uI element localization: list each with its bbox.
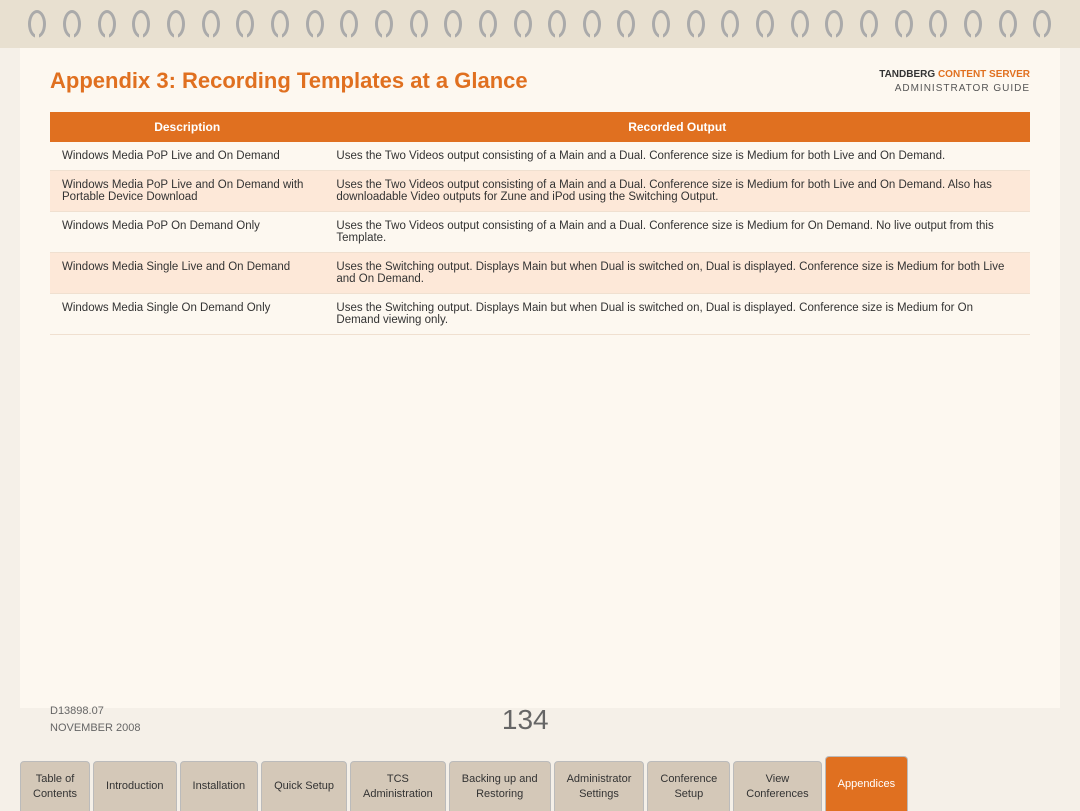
nav-tab-conference-setup[interactable]: Conference Setup — [647, 761, 730, 811]
nav-tab-backing-up[interactable]: Backing up and Restoring — [449, 761, 551, 811]
spiral-ring — [548, 10, 566, 38]
page-footer: D13898.07 NOVEMBER 2008 134 — [50, 703, 1030, 736]
nav-tab-introduction[interactable]: Introduction — [93, 761, 176, 811]
table-row: Windows Media Single Live and On DemandU… — [50, 253, 1030, 294]
table-cell-description: Windows Media PoP Live and On Demand wit… — [50, 171, 324, 212]
col-header-description: Description — [50, 112, 324, 142]
page-header: Appendix 3: Recording Templates at a Gla… — [50, 68, 1030, 96]
spiral-ring — [479, 10, 497, 38]
table-cell-output: Uses the Two Videos output consisting of… — [324, 171, 1030, 212]
table-row: Windows Media PoP Live and On Demand wit… — [50, 171, 1030, 212]
spiral-ring — [28, 10, 46, 38]
spiral-ring — [63, 10, 81, 38]
table-cell-output: Uses the Switching output. Displays Main… — [324, 294, 1030, 335]
spiral-ring — [929, 10, 947, 38]
page-number: 134 — [502, 704, 549, 736]
spiral-ring — [964, 10, 982, 38]
doc-date: NOVEMBER 2008 — [50, 720, 140, 737]
nav-tab-appendices[interactable]: Appendices — [825, 756, 909, 811]
nav-tab-table-of-contents[interactable]: Table of Contents — [20, 761, 90, 811]
spiral-ring — [687, 10, 705, 38]
nav-tab-installation[interactable]: Installation — [180, 761, 259, 811]
spiral-ring — [999, 10, 1017, 38]
spiral-binding — [0, 0, 1080, 48]
page-title: Appendix 3: Recording Templates at a Gla… — [50, 68, 528, 94]
table-cell-output: Uses the Switching output. Displays Main… — [324, 253, 1030, 294]
table-cell-output: Uses the Two Videos output consisting of… — [324, 142, 1030, 171]
brand-info: TANDBERG CONTENT SERVER ADMINISTRATOR GU… — [879, 68, 1030, 96]
recording-templates-table: Description Recorded Output Windows Medi… — [50, 112, 1030, 335]
spiral-ring — [98, 10, 116, 38]
table-cell-description: Windows Media Single Live and On Demand — [50, 253, 324, 294]
table-row: Windows Media PoP Live and On DemandUses… — [50, 142, 1030, 171]
spiral-ring — [167, 10, 185, 38]
nav-tab-view-conferences[interactable]: View Conferences — [733, 761, 821, 811]
spiral-ring — [306, 10, 324, 38]
spiral-ring — [202, 10, 220, 38]
brand-line: TANDBERG CONTENT SERVER — [879, 68, 1030, 82]
spiral-ring — [617, 10, 635, 38]
brand-admin-guide: ADMINISTRATOR GUIDE — [879, 82, 1030, 96]
nav-tab-quick-setup[interactable]: Quick Setup — [261, 761, 347, 811]
spiral-ring — [721, 10, 739, 38]
spiral-ring — [652, 10, 670, 38]
table-row: Windows Media PoP On Demand OnlyUses the… — [50, 212, 1030, 253]
spiral-ring — [1033, 10, 1051, 38]
brand-content-server: CONTENT SERVER — [938, 69, 1030, 80]
spiral-ring — [340, 10, 358, 38]
spiral-ring — [791, 10, 809, 38]
spiral-ring — [825, 10, 843, 38]
nav-tab-administrator-settings[interactable]: Administrator Settings — [554, 761, 645, 811]
spiral-ring — [132, 10, 150, 38]
table-cell-description: Windows Media Single On Demand Only — [50, 294, 324, 335]
nav-tab-tcs-administration[interactable]: TCS Administration — [350, 761, 446, 811]
footer-doc-info: D13898.07 NOVEMBER 2008 — [50, 703, 140, 736]
spiral-ring — [756, 10, 774, 38]
bottom-navigation: Table of ContentsIntroductionInstallatio… — [0, 741, 1080, 811]
table-row: Windows Media Single On Demand OnlyUses … — [50, 294, 1030, 335]
doc-id: D13898.07 — [50, 703, 140, 720]
spiral-ring — [375, 10, 393, 38]
spiral-ring — [583, 10, 601, 38]
spiral-ring — [860, 10, 878, 38]
spiral-ring — [236, 10, 254, 38]
table-cell-description: Windows Media PoP Live and On Demand — [50, 142, 324, 171]
spiral-ring — [271, 10, 289, 38]
brand-tandberg: TANDBERG — [879, 69, 935, 80]
spiral-ring — [444, 10, 462, 38]
spiral-ring — [895, 10, 913, 38]
spiral-ring — [514, 10, 532, 38]
table-cell-description: Windows Media PoP On Demand Only — [50, 212, 324, 253]
table-header-row: Description Recorded Output — [50, 112, 1030, 142]
col-header-output: Recorded Output — [324, 112, 1030, 142]
main-content: Appendix 3: Recording Templates at a Gla… — [20, 48, 1060, 708]
table-cell-output: Uses the Two Videos output consisting of… — [324, 212, 1030, 253]
spiral-ring — [410, 10, 428, 38]
